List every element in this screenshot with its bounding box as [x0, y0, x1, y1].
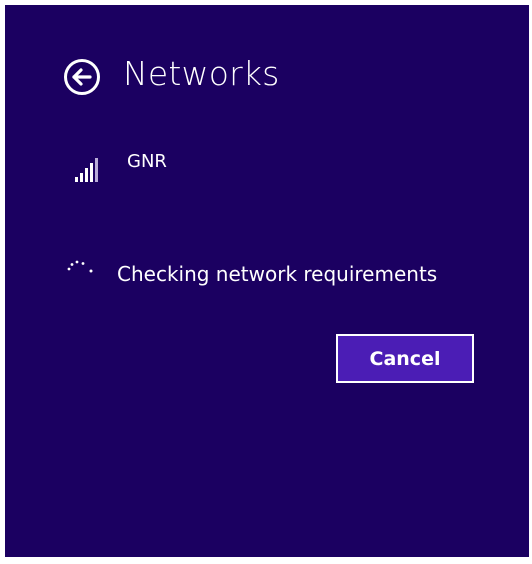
networks-panel: Networks GNR Checking network requiremen… — [5, 5, 529, 557]
back-arrow-circle-icon — [64, 59, 100, 95]
back-button[interactable] — [63, 58, 101, 96]
screen: Networks GNR Checking network requiremen… — [0, 0, 532, 564]
connection-status: Checking network requirements — [61, 257, 501, 291]
cancel-button[interactable]: Cancel — [336, 334, 474, 383]
loading-spinner-icon — [67, 260, 93, 273]
network-name: GNR — [127, 151, 167, 172]
wifi-signal-icon — [75, 158, 98, 182]
network-item-gnr[interactable]: GNR — [65, 146, 265, 186]
page-title: Networks — [123, 54, 280, 93]
status-text: Checking network requirements — [117, 262, 438, 286]
